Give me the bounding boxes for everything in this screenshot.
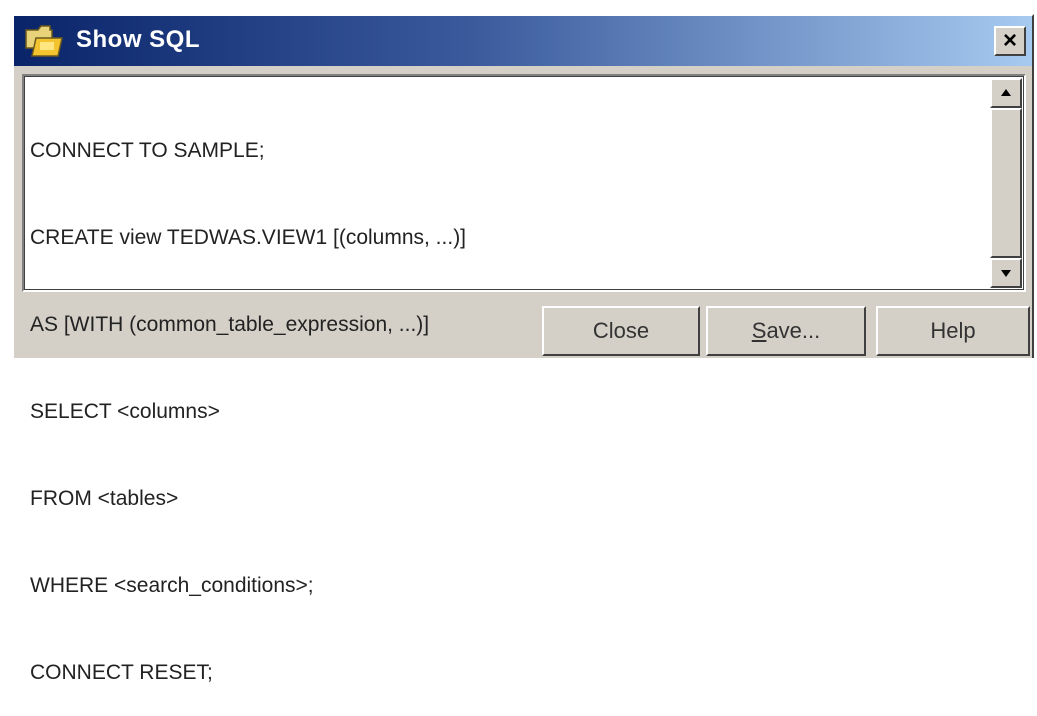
sql-line: CREATE view TEDWAS.VIEW1 [(columns, ...)… xyxy=(30,226,467,249)
title-bar[interactable]: Show SQL × xyxy=(14,16,1032,66)
save-mnemonic: S xyxy=(751,318,767,343)
arrow-up-icon xyxy=(1001,89,1011,96)
save-label: ave... xyxy=(766,318,821,343)
sql-line: FROM <tables> xyxy=(30,487,179,510)
sql-line: CONNECT TO SAMPLE; xyxy=(30,139,265,162)
show-sql-dialog: Show SQL × CONNECT TO SAMPLE; CREATE vie… xyxy=(12,14,1034,684)
scroll-up-button[interactable] xyxy=(990,78,1022,108)
folder-icon xyxy=(25,25,63,57)
sql-line: SELECT <columns> xyxy=(30,400,220,423)
scroll-thumb[interactable] xyxy=(990,108,1022,258)
arrow-down-icon xyxy=(1001,270,1011,277)
close-button[interactable]: Close xyxy=(542,306,700,356)
close-icon[interactable]: × xyxy=(994,26,1026,56)
help-button[interactable]: Help xyxy=(876,306,1030,356)
save-button[interactable]: Save... xyxy=(706,306,866,356)
scroll-down-button[interactable] xyxy=(990,258,1022,288)
vertical-scrollbar[interactable] xyxy=(990,78,1022,288)
sql-line: CONNECT RESET; xyxy=(30,661,213,684)
sql-line: WHERE <search_conditions>; xyxy=(30,574,314,597)
sql-lines: CONNECT TO SAMPLE; CREATE view TEDWAS.VI… xyxy=(30,78,466,716)
sql-text-area[interactable]: CONNECT TO SAMPLE; CREATE view TEDWAS.VI… xyxy=(22,74,1026,684)
sql-line: AS [WITH (common_table_expression, ...)] xyxy=(30,313,430,336)
dialog-title: Show SQL xyxy=(76,26,200,53)
